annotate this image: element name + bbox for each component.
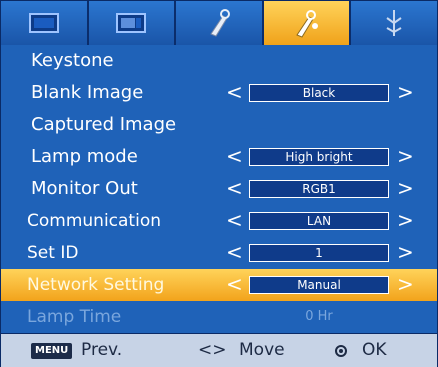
menu-item-label: Blank Image xyxy=(31,82,144,103)
footer-help-bar: MENU Prev. <> Move OK xyxy=(1,333,437,367)
option-icon xyxy=(295,10,318,38)
menu-key-badge[interactable]: MENU xyxy=(31,343,73,359)
menu-item-value: 0 Hr xyxy=(305,309,333,324)
ok-button-icon[interactable] xyxy=(335,345,347,357)
tools-icon xyxy=(210,9,230,37)
menu-item-value[interactable]: High bright xyxy=(249,148,389,166)
menu-item-lamp-mode[interactable]: Lamp mode < High bright > xyxy=(1,141,437,173)
screen-icon xyxy=(116,13,147,33)
move-hint: Move xyxy=(239,340,285,360)
arrow-left-icon[interactable]: < xyxy=(226,145,243,167)
menu-item-label: Captured Image xyxy=(31,114,177,135)
menu-item-label: Keystone xyxy=(31,50,114,71)
arrow-left-icon[interactable]: < xyxy=(226,273,243,295)
menu-item-lamp-time: Lamp Time 0 Hr xyxy=(1,301,437,333)
menu-item-keystone[interactable]: Keystone xyxy=(1,45,437,77)
arrow-left-icon[interactable]: < xyxy=(226,209,243,231)
arrow-right-icon[interactable]: > xyxy=(397,81,414,103)
menu-item-set-id[interactable]: Set ID <1 > xyxy=(1,237,437,269)
menu-item-value[interactable]: Manual xyxy=(249,276,389,294)
arrow-left-icon[interactable]: < xyxy=(226,177,243,199)
arrow-right-icon[interactable]: > xyxy=(397,241,414,263)
tab-picture[interactable] xyxy=(1,1,89,45)
picture-icon xyxy=(28,13,59,33)
tab-screen[interactable] xyxy=(88,1,177,45)
input-icon xyxy=(386,10,402,36)
menu-item-label: Lamp Time xyxy=(27,307,122,327)
menu-item-communication[interactable]: Communication < LAN > xyxy=(1,205,437,237)
menu-item-label: Lamp mode xyxy=(31,146,138,167)
menu-item-captured-image[interactable]: Captured Image xyxy=(1,109,437,141)
ok-hint: OK xyxy=(362,340,387,360)
tab-option[interactable] xyxy=(263,1,352,45)
menu-item-label: Network Setting xyxy=(27,275,165,295)
menu-item-value[interactable]: LAN xyxy=(249,212,389,230)
projector-osd-menu: Keystone Blank Image < Black > Captured Image… xyxy=(0,0,438,367)
menu-item-network-setting[interactable]: Network Setting < Manual > xyxy=(1,269,437,301)
menu-item-value[interactable]: 1 xyxy=(249,244,389,262)
menu-item-value[interactable]: RGB1 xyxy=(249,180,389,198)
option-menu-list: Keystone Blank Image < Black > Captured Image… xyxy=(1,45,437,333)
menu-item-monitor-out[interactable]: Monitor Out < RGB1 > xyxy=(1,173,437,205)
arrow-right-icon[interactable]: > xyxy=(397,145,414,167)
tab-input[interactable] xyxy=(351,1,437,45)
move-arrows-icon: <> xyxy=(198,340,227,360)
menu-item-label: Monitor Out xyxy=(31,178,138,199)
prev-hint: Prev. xyxy=(81,340,123,360)
menu-item-label: Set ID xyxy=(27,243,79,263)
arrow-left-icon[interactable]: < xyxy=(226,81,243,103)
menu-item-blank-image[interactable]: Blank Image < Black > xyxy=(1,77,437,109)
arrow-right-icon[interactable]: > xyxy=(397,273,414,295)
arrow-left-icon[interactable]: < xyxy=(226,241,243,263)
arrow-right-icon[interactable]: > xyxy=(397,209,414,231)
menu-tab-bar xyxy=(1,1,437,45)
tab-tools[interactable] xyxy=(176,1,264,45)
menu-item-value[interactable]: Black xyxy=(249,84,389,102)
arrow-right-icon[interactable]: > xyxy=(397,177,414,199)
menu-item-label: Communication xyxy=(27,211,161,231)
